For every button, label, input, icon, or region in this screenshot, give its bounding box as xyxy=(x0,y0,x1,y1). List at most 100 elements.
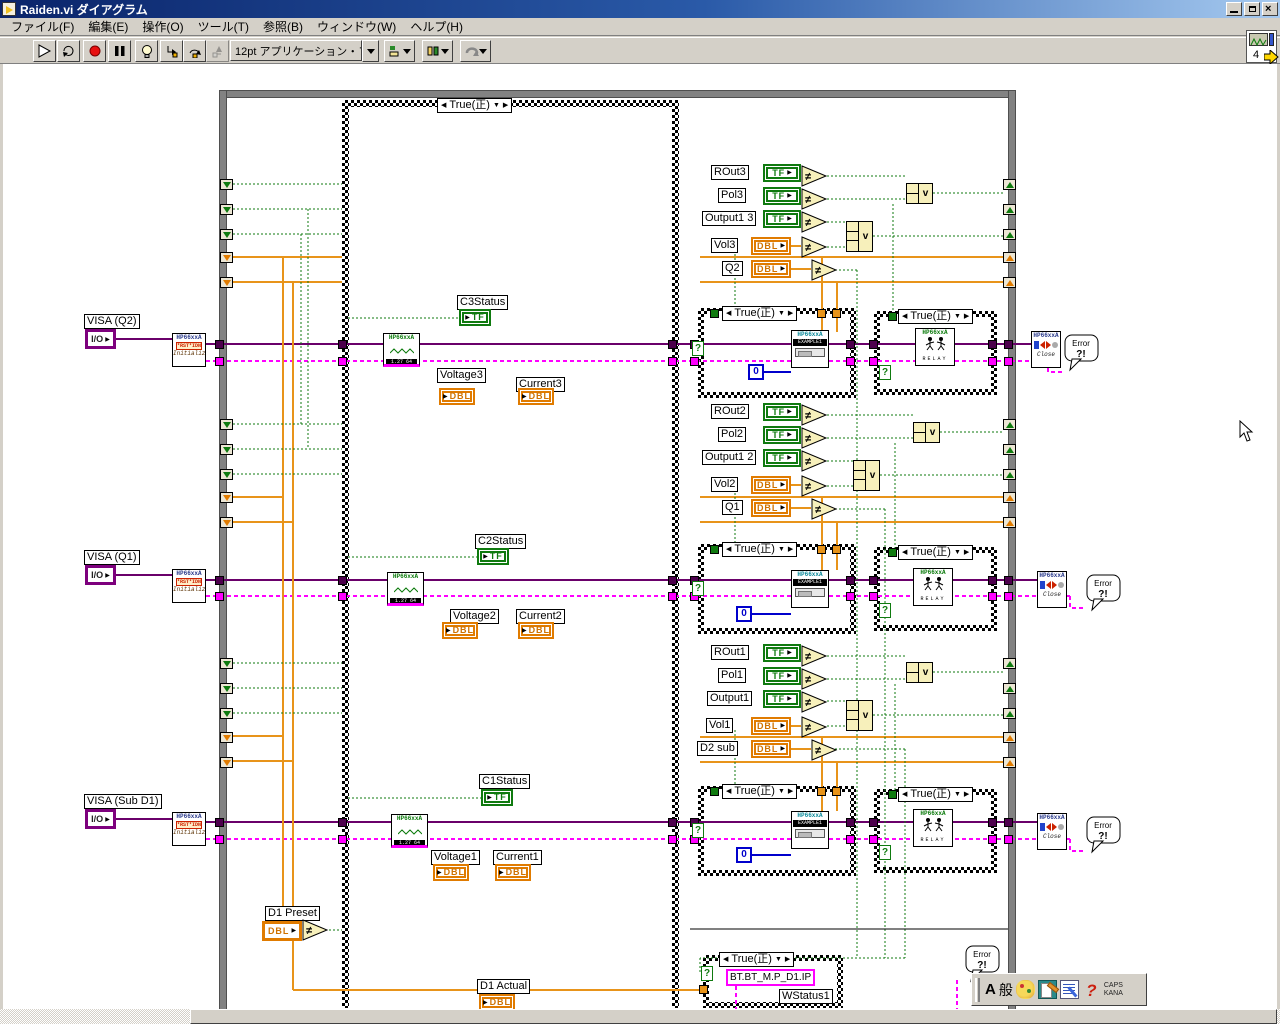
voltage1-terminal[interactable]: ▶DBL xyxy=(433,864,469,881)
hp66xxa-initialize-icon[interactable]: HP66xxA*RST*IDNInitialize xyxy=(172,333,206,367)
case-next-icon[interactable]: ▶ xyxy=(503,99,508,112)
shift-register[interactable] xyxy=(1003,444,1016,455)
restore-button[interactable] xyxy=(1244,2,1260,16)
rout1-terminal[interactable]: TF▶ xyxy=(763,644,801,662)
output1-2-terminal[interactable]: TF▶ xyxy=(763,449,801,467)
vol3-terminal[interactable]: DBL▶ xyxy=(751,237,791,255)
q2-terminal[interactable]: DBL▶ xyxy=(751,260,791,278)
shift-register[interactable] xyxy=(1003,179,1016,190)
not-equal-node[interactable]: ≠ xyxy=(801,475,828,498)
menu-tools[interactable]: ツール(T) xyxy=(191,17,256,36)
voltage3-terminal[interactable]: ▶DBL xyxy=(439,388,475,405)
inner-case-structure[interactable] xyxy=(698,308,856,398)
shift-register[interactable] xyxy=(1003,732,1016,743)
compound-or-node[interactable]: v xyxy=(846,700,873,731)
distribute-objects-button[interactable] xyxy=(422,40,453,62)
font-selector-dropdown[interactable] xyxy=(362,40,379,62)
ime-help-icon[interactable]: ? xyxy=(1082,980,1101,999)
ime-dictionary-icon[interactable] xyxy=(1038,980,1057,999)
current1-label[interactable]: Current1 xyxy=(493,850,542,865)
numeric-constant-0[interactable]: 0 xyxy=(736,847,752,863)
shift-register[interactable] xyxy=(1003,492,1016,503)
vol1-label[interactable]: Vol1 xyxy=(706,718,733,733)
abort-button[interactable] xyxy=(83,40,106,62)
case-selector[interactable]: ◀True(正)▼▶ xyxy=(722,784,797,799)
menu-file[interactable]: ファイル(F) xyxy=(4,17,81,36)
hp66xxa-example1-icon[interactable]: HP66xxAEXAMPLE1 xyxy=(791,330,829,368)
not-equal-node[interactable]: ≠ xyxy=(801,236,828,259)
not-equal-node[interactable]: ≠ xyxy=(801,716,828,739)
shift-register[interactable] xyxy=(220,229,233,240)
rout2-terminal[interactable]: TF▶ xyxy=(763,403,801,421)
visa-q2-terminal[interactable]: I/O▶ xyxy=(85,329,116,349)
pol2-label[interactable]: Pol2 xyxy=(718,427,746,442)
case-selector[interactable]: ◀True(正)▼▶ xyxy=(898,309,973,324)
shift-register[interactable] xyxy=(1003,469,1016,480)
compound-or-node[interactable]: v xyxy=(906,662,933,683)
c1status-terminal[interactable]: ▶TF xyxy=(481,789,513,806)
case-structure-border-right[interactable] xyxy=(672,100,679,1008)
shift-register[interactable] xyxy=(220,658,233,669)
shift-register[interactable] xyxy=(220,708,233,719)
not-equal-node[interactable]: ≠ xyxy=(801,645,828,668)
ime-kana-indicator[interactable]: KANA xyxy=(1104,990,1123,998)
visa-subd1-label[interactable]: VISA (Sub D1) xyxy=(84,794,162,809)
compound-or-node[interactable]: v xyxy=(913,422,940,443)
not-equal-node[interactable]: ≠ xyxy=(811,498,838,521)
vol2-label[interactable]: Vol2 xyxy=(711,477,738,492)
c3status-label[interactable]: C3Status xyxy=(457,295,508,310)
menu-edit[interactable]: 編集(E) xyxy=(81,17,135,36)
case-selector[interactable]: ◀True(正)▼▶ xyxy=(898,787,973,802)
error-handler-icon[interactable]: Error?! xyxy=(1086,816,1122,854)
ime-tools-icon[interactable] xyxy=(1016,980,1035,999)
shift-register[interactable] xyxy=(1003,757,1016,768)
inner-case-structure[interactable] xyxy=(698,786,856,876)
output1-3-terminal[interactable]: TF▶ xyxy=(763,210,801,228)
step-over-button[interactable] xyxy=(183,40,206,62)
case-selector[interactable]: ◀True(正)▼▶ xyxy=(722,306,797,321)
numeric-constant-0[interactable]: 0 xyxy=(736,606,752,622)
q1-terminal[interactable]: DBL▶ xyxy=(751,499,791,517)
d1-preset-terminal[interactable]: DBL▶ xyxy=(262,921,302,941)
horizontal-scrollbar-thumb[interactable] xyxy=(190,1009,1277,1024)
rout3-label[interactable]: ROut3 xyxy=(711,165,749,180)
shift-register[interactable] xyxy=(220,444,233,455)
current1-terminal[interactable]: ▶DBL xyxy=(495,864,531,881)
shift-register[interactable] xyxy=(1003,204,1016,215)
menu-help[interactable]: ヘルプ(H) xyxy=(403,17,470,36)
error-handler-icon[interactable]: Error?! xyxy=(1086,574,1122,612)
hp66xxa-read-meas-icon[interactable]: HP66xxA1.27 64READ MEAS xyxy=(391,814,428,848)
vi-icon-badge[interactable]: 4 xyxy=(1246,30,1277,63)
vol3-label[interactable]: Vol3 xyxy=(711,238,738,253)
hp66xxa-close-icon[interactable]: HP66xxAClose xyxy=(1031,331,1061,368)
align-objects-button[interactable] xyxy=(384,40,415,62)
ime-conversion-mode[interactable]: 般 xyxy=(999,980,1013,1000)
hp66xxa-example1-icon[interactable]: HP66xxAEXAMPLE1 xyxy=(791,570,829,608)
reorder-button[interactable] xyxy=(460,40,491,62)
not-equal-node[interactable]: ≠ xyxy=(801,691,828,714)
not-equal-node[interactable]: ≠ xyxy=(801,165,828,188)
voltage3-label[interactable]: Voltage3 xyxy=(437,368,486,383)
shift-register[interactable] xyxy=(220,204,233,215)
not-equal-node[interactable]: ≠ xyxy=(801,427,828,450)
highlight-execution-button[interactable] xyxy=(135,40,158,62)
title-bar[interactable]: Raiden.vi ダイアグラム × xyxy=(0,0,1280,18)
not-equal-node[interactable]: ≠ xyxy=(801,211,828,234)
hp66xxa-relay-icon[interactable]: HP66xxARELAY xyxy=(915,328,955,366)
hp66xxa-read-meas-icon[interactable]: HP66xxA1.27 64READ MEAS xyxy=(387,572,424,606)
string-constant[interactable]: BT.BT_M.P_D1.IP xyxy=(726,969,815,986)
visa-q2-label[interactable]: VISA (Q2) xyxy=(84,314,140,329)
wstatus1-label[interactable]: WStatus1 xyxy=(779,989,833,1004)
voltage2-terminal[interactable]: ▶DBL xyxy=(442,622,478,639)
shift-register[interactable] xyxy=(220,277,233,288)
q1-label[interactable]: Q1 xyxy=(722,500,743,515)
pol3-terminal[interactable]: TF▶ xyxy=(763,187,801,205)
not-equal-node[interactable]: ≠ xyxy=(801,188,828,211)
hp66xxa-close-icon[interactable]: HP66xxAClose xyxy=(1037,813,1067,850)
run-button[interactable] xyxy=(33,40,56,62)
ime-caps-indicator[interactable]: CAPS xyxy=(1104,982,1123,990)
case-selector[interactable]: ◀True(正)▼▶ xyxy=(898,545,973,560)
d2-sub-label[interactable]: D2 sub xyxy=(697,741,738,756)
minimize-button[interactable] xyxy=(1226,2,1242,16)
case-structure-border-left[interactable] xyxy=(342,100,349,1008)
